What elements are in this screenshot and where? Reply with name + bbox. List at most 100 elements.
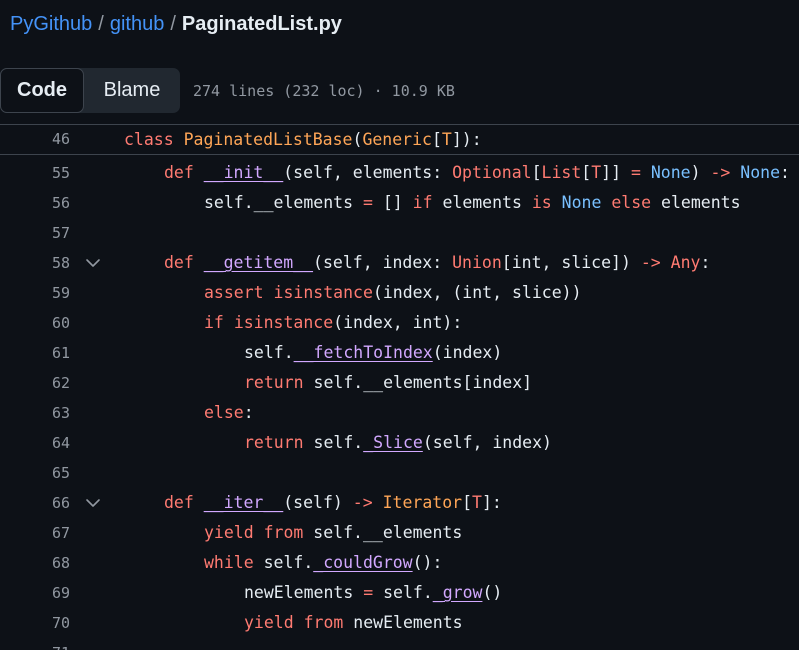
- code-token: return: [244, 373, 304, 392]
- code-token: PaginatedListBase: [183, 130, 353, 149]
- code-token: assert: [204, 283, 264, 302]
- line-number[interactable]: 70: [0, 608, 70, 638]
- line-number[interactable]: 68: [0, 548, 70, 578]
- file-meta-info: 274 lines (232 loc) · 10.9 KB: [193, 81, 455, 100]
- code-token: =: [362, 193, 373, 212]
- code-token: (self, elements:: [283, 163, 453, 182]
- code-token: elements: [651, 193, 741, 212]
- code-token: _couldGrow: [313, 553, 413, 572]
- code-content: assert isinstance(index, (int, slice)): [204, 278, 582, 308]
- line-number[interactable]: 61: [0, 338, 70, 368]
- code-token: =: [630, 163, 641, 182]
- code-token: def: [164, 493, 204, 512]
- code-content: self.__fetchToIndex(index): [244, 338, 502, 368]
- code-token: (self, index): [422, 433, 552, 452]
- blame-tab-button[interactable]: Blame: [84, 68, 180, 113]
- code-token: __fetchToIndex: [293, 343, 433, 362]
- breadcrumb-repo-link[interactable]: PyGithub: [10, 13, 92, 36]
- code-content: else:: [204, 398, 254, 428]
- code-token: self.: [244, 343, 294, 362]
- code-content: return self._Slice(self, index): [244, 428, 552, 458]
- code-token: (): [482, 583, 503, 602]
- line-number[interactable]: 64: [0, 428, 70, 458]
- code-token: def: [164, 253, 204, 272]
- code-token: (: [352, 130, 363, 149]
- line-number[interactable]: 67: [0, 518, 70, 548]
- code-token: (index): [432, 343, 503, 362]
- sticky-scope-header[interactable]: 46 class PaginatedListBase(Generic[T]):: [0, 125, 799, 155]
- code-token: (index, (int, slice)): [372, 283, 582, 302]
- code-token: None: [740, 163, 781, 182]
- code-token: T: [591, 163, 602, 182]
- line-number[interactable]: 46: [0, 125, 70, 154]
- code-line: 56 self.__elements = [] if elements is No…: [0, 188, 799, 218]
- code-token: ]):: [451, 130, 482, 149]
- code-token: self.: [253, 553, 314, 572]
- line-number[interactable]: 57: [0, 218, 70, 248]
- breadcrumb-folder-link[interactable]: github: [110, 13, 165, 36]
- code-content: yield from self.__elements: [204, 518, 462, 548]
- code-line: 66 def __iter__(self) -> Iterator[T]:: [0, 488, 799, 518]
- code-content: def __iter__(self) -> Iterator[T]:: [164, 488, 502, 518]
- code-token: ): [690, 163, 711, 182]
- breadcrumb: PyGithub / github / PaginatedList.py: [10, 10, 342, 38]
- code-token: isinstance: [233, 313, 334, 332]
- code-token: (self, index:: [313, 253, 453, 272]
- code-token: ->: [352, 493, 373, 512]
- line-number[interactable]: 60: [0, 308, 70, 338]
- code-line: 69 newElements = self._grow(): [0, 578, 799, 608]
- code-token: List: [541, 163, 582, 182]
- line-number[interactable]: 55: [0, 158, 70, 188]
- code-token: ]:: [481, 493, 502, 512]
- code-token: _grow: [432, 583, 483, 602]
- line-number[interactable]: 66: [0, 488, 70, 518]
- code-content: class PaginatedListBase(Generic[T]):: [124, 125, 482, 154]
- code-token: from: [263, 523, 304, 542]
- code-token: :: [243, 403, 254, 422]
- code-tab-button[interactable]: Code: [0, 68, 84, 113]
- line-number[interactable]: 65: [0, 458, 70, 488]
- code-token: [: [581, 163, 592, 182]
- line-number[interactable]: 71: [0, 638, 70, 650]
- breadcrumb-separator: /: [98, 12, 104, 35]
- code-token: while: [204, 553, 254, 572]
- code-token: __getitem__: [203, 253, 314, 272]
- code-token: is: [531, 193, 552, 212]
- code-token: yield: [244, 613, 294, 632]
- code-token: return: [244, 433, 304, 452]
- code-token: self.: [303, 433, 364, 452]
- code-content: self.__elements = [] if elements is None…: [204, 188, 741, 218]
- code-token: [: [531, 163, 542, 182]
- code-token: if: [412, 193, 433, 212]
- code-token: Generic: [362, 130, 432, 149]
- line-number[interactable]: 63: [0, 398, 70, 428]
- code-content: return self.__elements[index]: [244, 368, 532, 398]
- code-token: newElements: [343, 613, 463, 632]
- line-number[interactable]: 69: [0, 578, 70, 608]
- code-token: from: [303, 613, 344, 632]
- line-number[interactable]: 56: [0, 188, 70, 218]
- code-token: Any: [670, 253, 701, 272]
- line-number[interactable]: 59: [0, 278, 70, 308]
- line-number[interactable]: 58: [0, 248, 70, 278]
- code-token: ():: [412, 553, 443, 572]
- code-content: if isinstance(index, int):: [204, 308, 462, 338]
- chevron-down-icon[interactable]: [85, 256, 101, 270]
- code-content: newElements = self._grow(): [244, 578, 502, 608]
- line-number[interactable]: 62: [0, 368, 70, 398]
- chevron-down-icon[interactable]: [85, 496, 101, 510]
- code-token: =: [363, 583, 374, 602]
- code-token: (index, int):: [333, 313, 463, 332]
- code-token: self.: [204, 193, 254, 212]
- code-token: []: [372, 193, 413, 212]
- code-token: def: [164, 163, 204, 182]
- code-token: T: [441, 130, 452, 149]
- code-token: ]]: [601, 163, 631, 182]
- code-content: yield from newElements: [244, 608, 463, 638]
- code-line: 62 return self.__elements[index]: [0, 368, 799, 398]
